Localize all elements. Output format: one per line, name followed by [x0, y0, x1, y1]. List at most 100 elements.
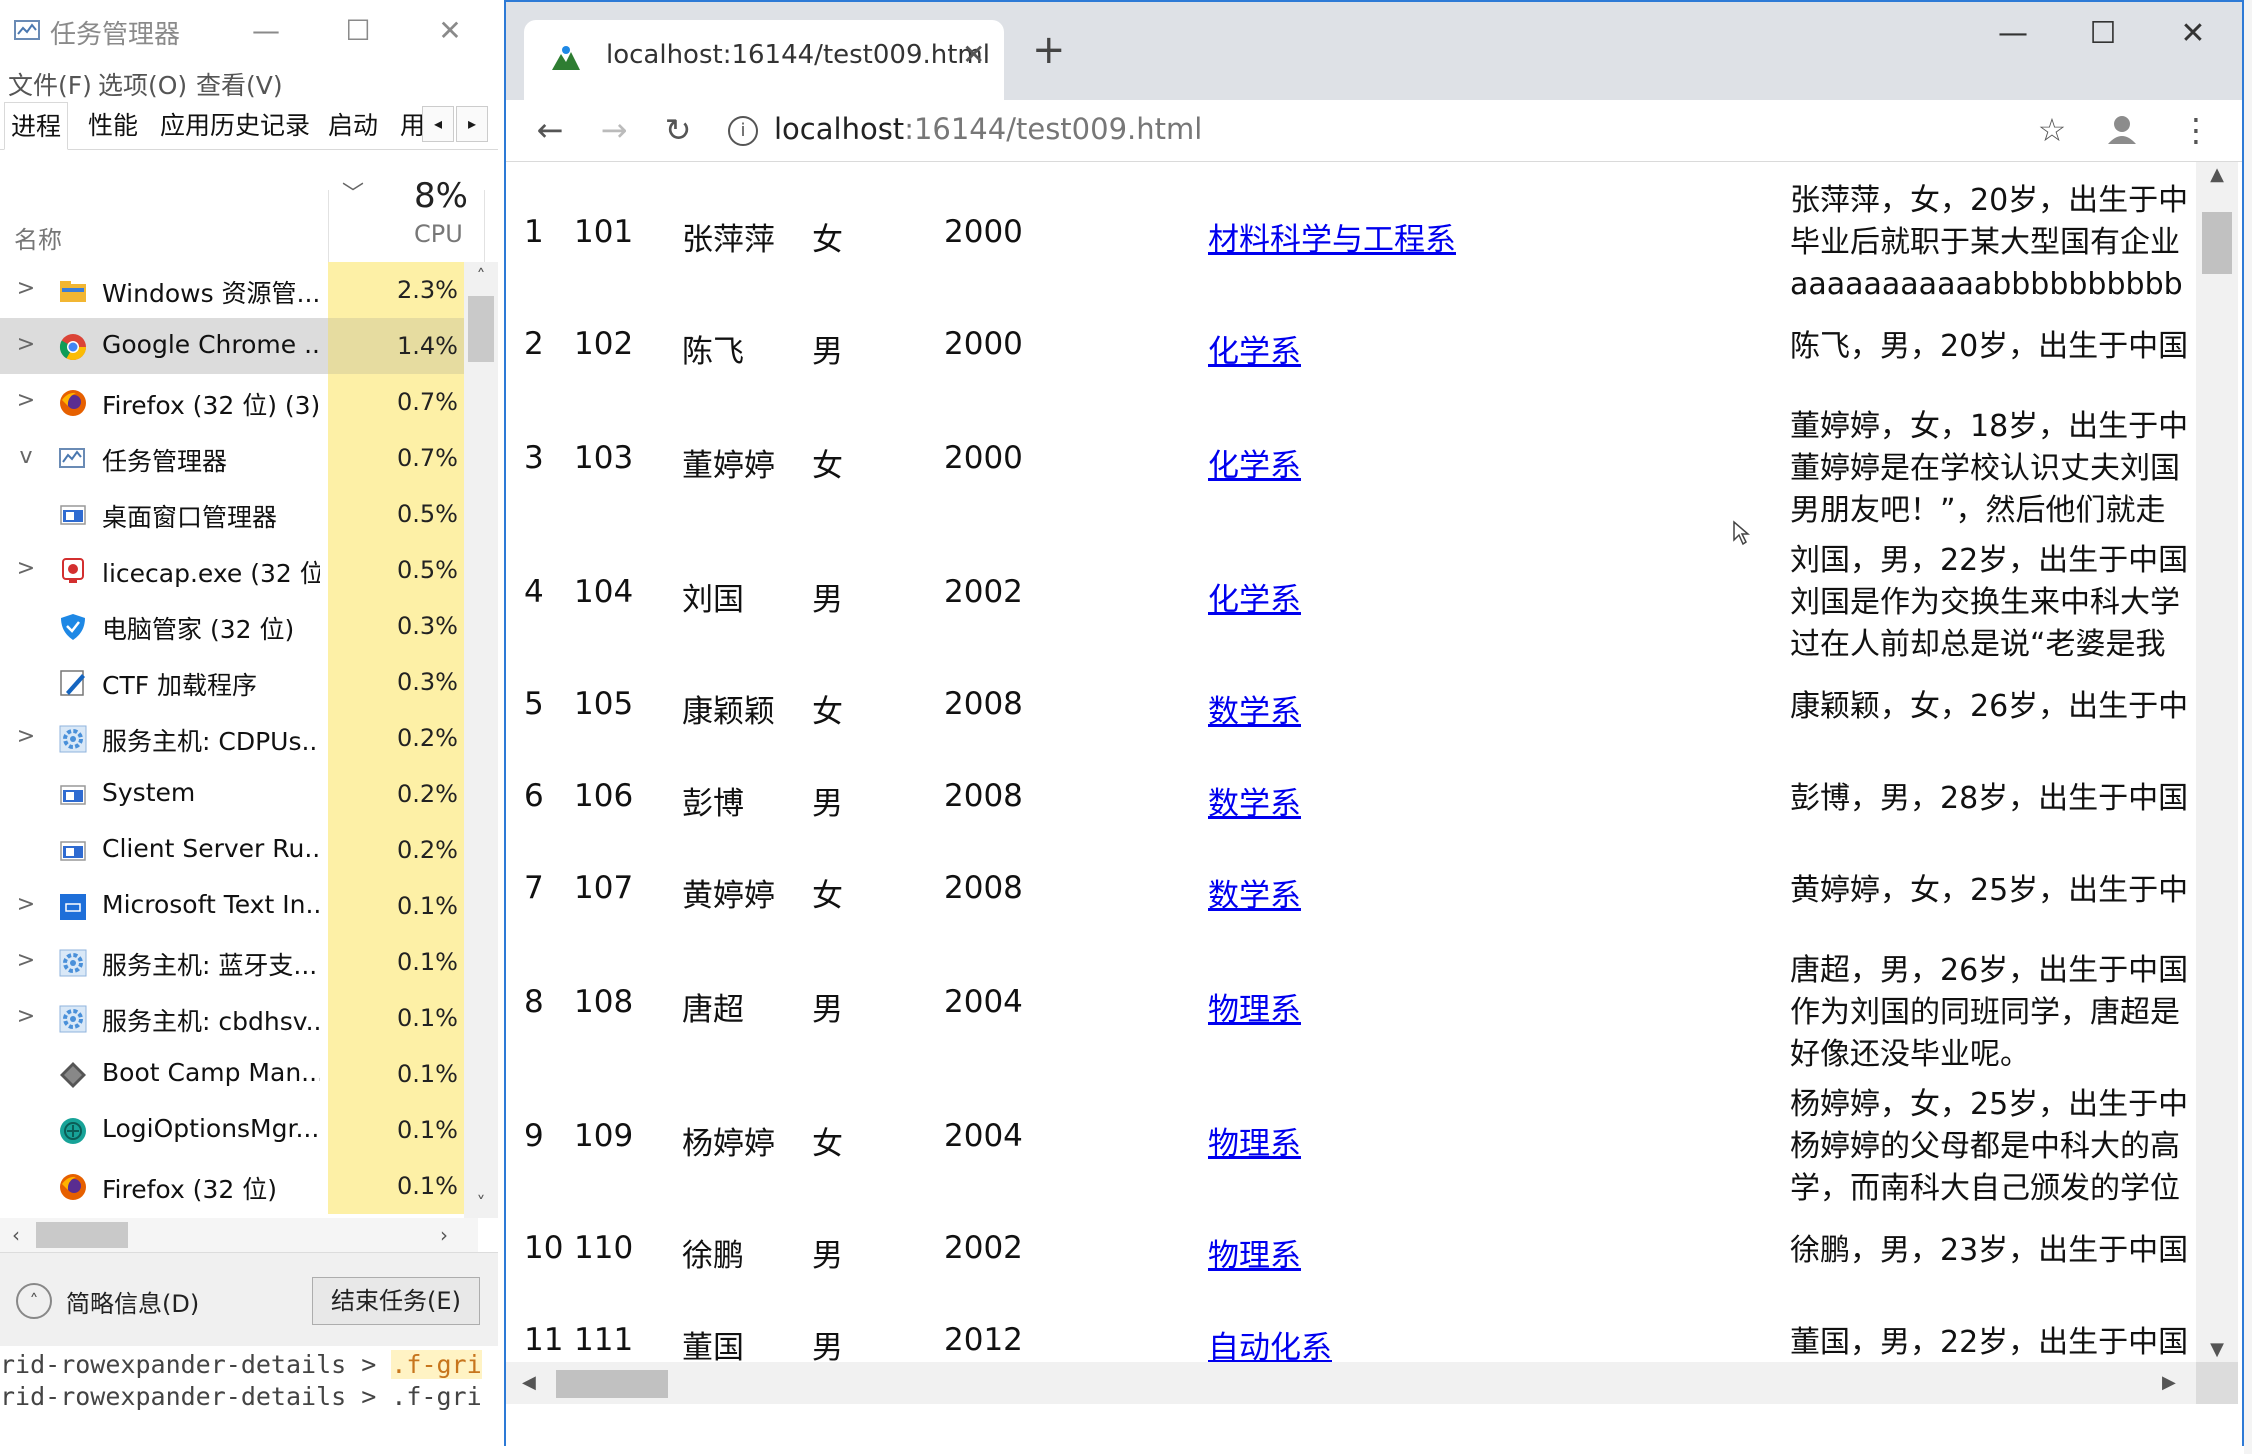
process-row[interactable]: Client Server Ru... 0.2%: [0, 822, 478, 878]
cell-index: 6: [524, 778, 544, 814]
forward-button[interactable]: →: [592, 108, 636, 152]
fewer-details-button[interactable]: ˄ 简略信息(D): [16, 1283, 199, 1319]
scrollbar-thumb[interactable]: [2202, 212, 2232, 274]
page-horizontal-scrollbar[interactable]: ◀ ▶: [506, 1362, 2196, 1404]
department-link[interactable]: 化学系: [1208, 326, 1301, 371]
scroll-up-icon[interactable]: ▲: [2196, 164, 2238, 185]
task-manager-titlebar[interactable]: 任务管理器 — ☐ ✕: [0, 0, 498, 62]
table-row: 11 111 董国男 2012 自动化系 董国，男，22岁，出生于中国: [506, 1310, 2196, 1362]
name-column-header[interactable]: 名称: [14, 220, 62, 255]
department-link[interactable]: 数学系: [1208, 778, 1301, 823]
chevron-right-icon[interactable]: >: [16, 948, 36, 973]
menu-bar: 文件(F) 选项(O) 查看(V): [0, 62, 498, 102]
process-row[interactable]: > Windows 资源管... 2.3%: [0, 262, 478, 318]
menu-options[interactable]: 选项(O): [98, 66, 187, 102]
department-link[interactable]: 化学系: [1208, 574, 1301, 619]
hscrollbar-thumb[interactable]: [36, 1222, 128, 1248]
cell-id: 107: [574, 870, 634, 906]
process-row[interactable]: CTF 加载程序 0.3%: [0, 654, 478, 710]
minimize-button[interactable]: —: [1988, 16, 2038, 51]
process-row[interactable]: LogiOptionsMgr.... 0.1%: [0, 1102, 478, 1158]
menu-view[interactable]: 查看(V): [196, 66, 283, 102]
department-link[interactable]: 数学系: [1208, 686, 1301, 731]
reload-button[interactable]: ↻: [656, 108, 700, 152]
back-button[interactable]: ←: [528, 108, 572, 152]
process-row[interactable]: > licecap.exe (32 位) 0.5%: [0, 542, 478, 598]
bookmark-star-icon[interactable]: ☆: [2030, 108, 2074, 152]
tab-strip[interactable]: localhost:16144/test009.html ✕ + — ☐ ✕: [506, 2, 2242, 100]
process-row[interactable]: 桌面窗口管理器 0.5%: [0, 486, 478, 542]
process-row[interactable]: > 服务主机: cbdhsv... 0.1%: [0, 990, 478, 1046]
scroll-down-icon[interactable]: ▼: [2196, 1339, 2238, 1360]
column-divider[interactable]: [328, 190, 329, 262]
maximize-button[interactable]: ☐: [338, 12, 378, 50]
cell-year: 2004: [944, 1118, 1023, 1154]
maximize-button[interactable]: ☐: [2078, 16, 2128, 51]
chevron-down-icon[interactable]: v: [16, 444, 36, 469]
tab-app-history[interactable]: 应用历史记录: [154, 102, 316, 150]
menu-kebab-icon[interactable]: ⋮: [2174, 108, 2218, 152]
scrollbar-thumb[interactable]: [468, 296, 494, 362]
fewer-details-label: 简略信息(D): [66, 1289, 200, 1318]
browser-tab[interactable]: localhost:16144/test009.html ✕: [524, 20, 1004, 100]
tab-scroll-right-button[interactable]: ▸: [456, 106, 488, 142]
address-bar[interactable]: i localhost:16144/test009.html: [728, 106, 1928, 156]
department-link[interactable]: 化学系: [1208, 440, 1301, 485]
chevron-right-icon[interactable]: >: [16, 388, 36, 413]
minimize-button[interactable]: —: [246, 12, 286, 50]
process-row[interactable]: > Microsoft Text In... 0.1%: [0, 878, 478, 934]
process-row[interactable]: > 服务主机: CDPUs... 0.2%: [0, 710, 478, 766]
cell-id: 101: [574, 214, 634, 250]
close-button[interactable]: ✕: [2168, 16, 2218, 51]
process-list-scrollbar[interactable]: ˄ ˅: [464, 262, 498, 1218]
process-row[interactable]: System 0.2%: [0, 766, 478, 822]
department-link[interactable]: 材料科学与工程系: [1208, 214, 1456, 259]
tab-performance[interactable]: 性能: [82, 102, 144, 150]
end-task-button[interactable]: 结束任务(E): [312, 1277, 480, 1325]
process-row[interactable]: Boot Camp Man... 0.1%: [0, 1046, 478, 1102]
tab-scroll-left-button[interactable]: ◂: [422, 106, 454, 142]
department-link[interactable]: 自动化系: [1208, 1322, 1332, 1362]
process-list-hscrollbar[interactable]: ‹ ›: [0, 1218, 478, 1252]
info-icon[interactable]: i: [728, 116, 758, 146]
department-link[interactable]: 数学系: [1208, 870, 1301, 915]
tab-close-icon[interactable]: ✕: [962, 38, 985, 71]
chevron-right-icon[interactable]: >: [16, 332, 36, 357]
department-link[interactable]: 物理系: [1208, 1230, 1301, 1275]
process-row[interactable]: > Google Chrome ... 1.4%: [0, 318, 478, 374]
tab-startup[interactable]: 启动: [322, 102, 384, 150]
scroll-down-icon[interactable]: ˅: [464, 1193, 498, 1214]
sort-chevron-icon[interactable]: ﹀: [342, 176, 364, 208]
process-row[interactable]: 电脑管家 (32 位) 0.3%: [0, 598, 478, 654]
page-vertical-scrollbar[interactable]: ▲ ▼: [2196, 162, 2238, 1362]
cell-name: 董国: [682, 1330, 744, 1362]
scroll-right-icon[interactable]: ▶: [2162, 1362, 2176, 1404]
process-row[interactable]: > 服务主机: 蓝牙支... 0.1%: [0, 934, 478, 990]
url-text[interactable]: localhost:16144/test009.html: [774, 112, 1202, 146]
chevron-right-icon[interactable]: >: [16, 556, 36, 581]
close-button[interactable]: ✕: [430, 12, 470, 50]
scroll-left-icon[interactable]: ‹: [12, 1218, 20, 1252]
chevron-right-icon[interactable]: >: [16, 724, 36, 749]
scroll-right-icon[interactable]: ›: [440, 1218, 448, 1252]
cpu-column-header[interactable]: CPU: [414, 220, 463, 248]
process-row[interactable]: Firefox (32 位) 0.1%: [0, 1158, 478, 1214]
tab-users[interactable]: 用: [394, 102, 422, 150]
scroll-left-icon[interactable]: ◀: [522, 1362, 536, 1404]
process-row[interactable]: v 任务管理器 0.7%: [0, 430, 478, 486]
cell-index: 8: [524, 984, 544, 1020]
menu-file[interactable]: 文件(F): [8, 66, 92, 102]
department-link[interactable]: 物理系: [1208, 1118, 1301, 1163]
chevron-right-icon[interactable]: >: [16, 892, 36, 917]
scroll-up-icon[interactable]: ˄: [464, 266, 498, 287]
process-cpu: 0.2%: [328, 822, 464, 878]
new-tab-button[interactable]: +: [1032, 30, 1066, 70]
profile-avatar-icon[interactable]: [2102, 110, 2142, 150]
chevron-right-icon[interactable]: >: [16, 276, 36, 301]
process-row[interactable]: > Firefox (32 位) (3) 0.7%: [0, 374, 478, 430]
department-link[interactable]: 物理系: [1208, 984, 1301, 1029]
hscrollbar-thumb[interactable]: [556, 1370, 668, 1398]
tab-processes[interactable]: 进程: [4, 102, 69, 150]
chevron-right-icon[interactable]: >: [16, 1004, 36, 1029]
column-divider[interactable]: [484, 190, 485, 262]
